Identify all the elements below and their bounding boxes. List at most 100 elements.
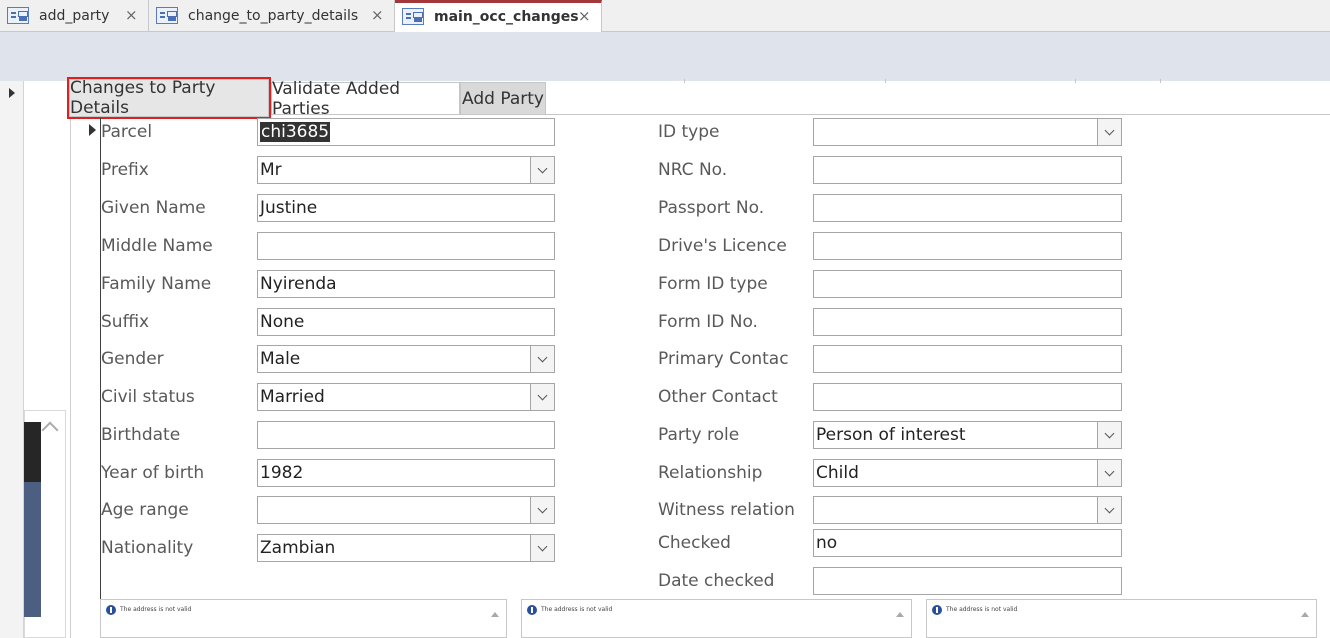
prefix-combo[interactable]: Mr [257,156,555,184]
message-panel[interactable]: The address is not valid [926,599,1317,638]
chevron-down-icon[interactable] [530,346,554,372]
birthdate-label: Birthdate [101,425,181,445]
party-role-value: Person of interest [816,425,966,445]
nationality-value: Zambian [260,538,336,558]
document-tab-bar: add_party × change_to_party_details × ma… [0,0,1330,33]
id-type-combo[interactable] [813,118,1122,146]
scroll-up-icon[interactable] [896,612,904,617]
message-text: The address is not valid [946,606,1018,613]
message-text: The address is not valid [541,606,613,613]
record-selector-icon[interactable] [9,88,15,98]
form-icon [156,7,178,24]
civil-status-label: Civil status [101,387,195,407]
family-name-label: Family Name [101,274,212,294]
close-icon[interactable]: × [125,6,138,24]
tab-baseline [545,114,1330,115]
doc-tab-change-to-party-details[interactable]: change_to_party_details × [149,0,395,32]
gender-value: Male [260,349,301,369]
middle-name-label: Middle Name [101,236,213,256]
message-text: The address is not valid [120,606,192,613]
party-role-label: Party role [658,425,740,445]
tab-validate-added-parties[interactable]: Validate Added Parties [271,79,460,119]
doc-tab-label: main_occ_changes [434,9,579,25]
image-dark-area [24,422,41,482]
suffix-label: Suffix [101,312,150,332]
witness-relation-label: Witness relation [658,500,795,520]
nrc-no-field[interactable] [813,156,1122,184]
divider [1075,79,1076,83]
doc-tab-main-occ-changes[interactable]: main_occ_changes × [395,0,602,33]
scroll-up-icon[interactable] [491,612,499,617]
civil-status-value: Married [260,387,325,407]
form-icon [402,8,424,25]
parcel-value: chi3685 [260,122,331,142]
civil-status-combo[interactable]: Married [257,383,555,411]
chevron-down-icon[interactable] [1097,460,1121,486]
middle-name-field[interactable] [257,232,555,260]
gender-label: Gender [101,349,164,369]
family-name-field[interactable]: Nyirenda [257,270,555,298]
divider [684,79,685,83]
witness-relation-combo[interactable] [813,496,1122,524]
divider [885,79,886,83]
chevron-down-icon[interactable] [1097,497,1121,523]
scroll-up-icon[interactable] [1301,612,1309,617]
form-id-no-label: Form ID No. [658,312,758,332]
form-icon [7,7,29,24]
form-id-no-field[interactable] [813,308,1122,336]
birthdate-field[interactable] [257,421,555,449]
prefix-label: Prefix [101,160,149,180]
subform-border [70,112,71,638]
relationship-label: Relationship [658,463,763,483]
close-icon[interactable]: × [371,6,384,24]
checked-field[interactable]: no [813,529,1122,557]
tab-add-party[interactable]: Add Party [460,82,546,115]
chevron-down-icon[interactable] [1097,422,1121,448]
relationship-combo[interactable]: Child [813,459,1122,487]
doc-tab-label: add_party [39,8,110,24]
doc-tab-add-party[interactable]: add_party × [0,0,149,32]
message-panel[interactable]: The address is not valid [521,599,912,638]
chevron-down-icon[interactable] [530,384,554,410]
chevron-down-icon[interactable] [530,157,554,183]
navigation-strip [0,81,24,638]
year-of-birth-field[interactable]: 1982 [257,459,555,487]
age-range-label: Age range [101,500,189,520]
checked-label: Checked [658,533,731,553]
drivers-licence-label: Drive's Licence [658,236,787,256]
primary-contact-field[interactable] [813,345,1122,373]
nationality-label: Nationality [101,538,194,558]
nrc-no-label: NRC No. [658,160,728,180]
image-blue-area [24,482,41,617]
other-contact-label: Other Contact [658,387,778,407]
chevron-down-icon[interactable] [530,535,554,561]
drivers-licence-field[interactable] [813,232,1122,260]
divider [1160,79,1161,83]
form-header-band [0,32,1330,81]
year-of-birth-label: Year of birth [101,463,205,483]
tab-changes-to-party-details[interactable]: Changes to Party Details [67,77,271,119]
chevron-down-icon[interactable] [530,497,554,523]
parcel-field[interactable]: chi3685 [257,118,555,146]
given-name-field[interactable]: Justine [257,194,555,222]
passport-no-label: Passport No. [658,198,765,218]
nationality-combo[interactable]: Zambian [257,534,555,562]
date-checked-field[interactable] [813,567,1122,595]
current-record-icon [89,124,96,136]
info-icon [527,605,537,615]
parcel-label: Parcel [101,122,153,142]
message-panel[interactable]: The address is not valid [100,599,507,638]
passport-no-field[interactable] [813,194,1122,222]
close-icon[interactable]: × [578,7,591,25]
other-contact-field[interactable] [813,383,1122,411]
id-type-label: ID type [658,122,720,142]
age-range-combo[interactable] [257,496,555,524]
chevron-down-icon[interactable] [1097,119,1121,145]
info-icon [932,605,942,615]
gender-combo[interactable]: Male [257,345,555,373]
form-id-type-field[interactable] [813,270,1122,298]
doc-tab-label: change_to_party_details [188,8,359,24]
suffix-field[interactable]: None [257,308,555,336]
info-icon [106,605,116,615]
party-role-combo[interactable]: Person of interest [813,421,1122,449]
